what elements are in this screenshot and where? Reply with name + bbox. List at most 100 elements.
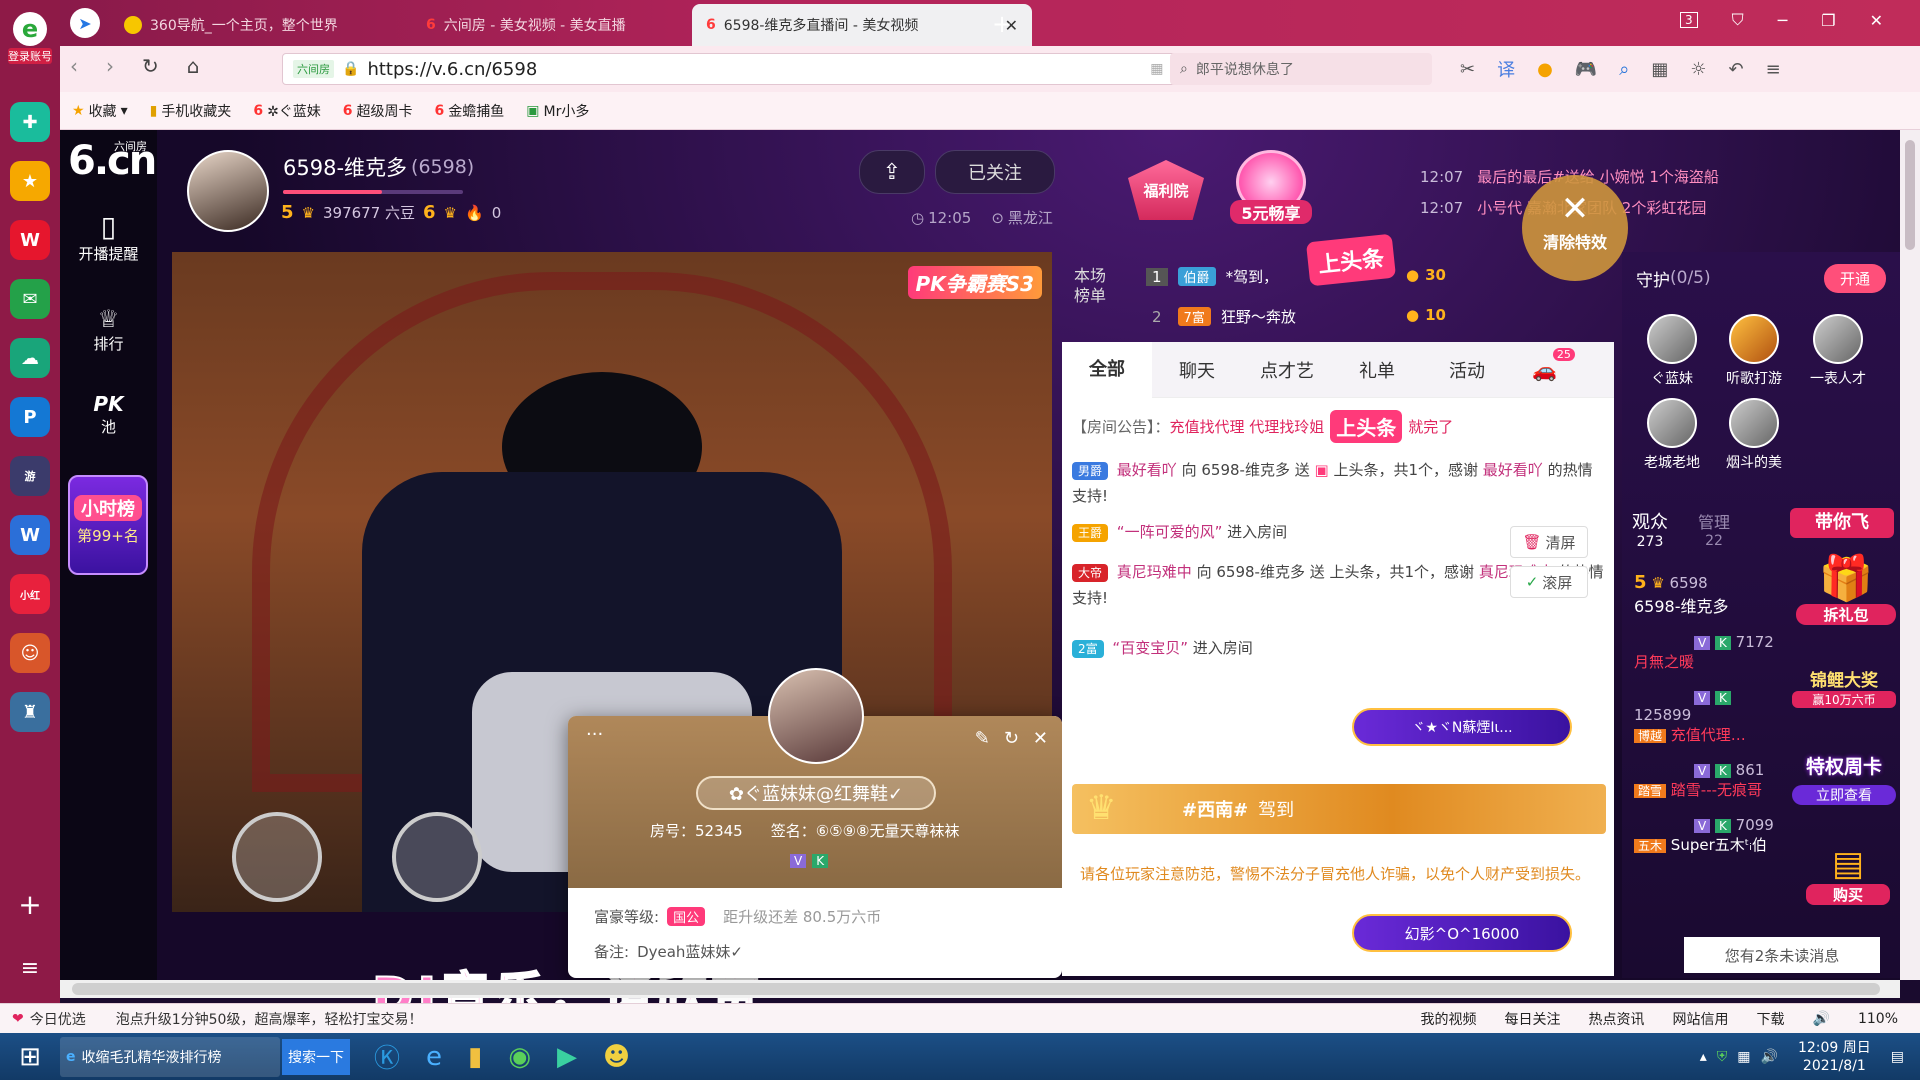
treasure-promo[interactable]: ▤ 购买 [1806, 844, 1890, 905]
forward-icon[interactable]: › [106, 54, 114, 78]
unread-messages[interactable]: 您有2条未读消息 [1684, 937, 1880, 973]
video-player-icon[interactable]: ▶ [557, 1042, 577, 1072]
fly-with-you-button[interactable]: 带你飞 [1790, 508, 1894, 538]
chat-user[interactable]: “百变宝贝” [1112, 639, 1188, 657]
status-daily-follow[interactable]: 每日关注 [1505, 1009, 1561, 1029]
audience-item[interactable]: V K 7099 五木 Super五木ᵗᵢ伯 [1634, 816, 1784, 855]
castle-icon[interactable]: ♜ [10, 692, 50, 732]
guard-member[interactable]: 老城老地 [1632, 398, 1712, 472]
volume-icon[interactable]: 🔊 [1813, 1011, 1830, 1027]
undo-icon[interactable]: ↶ [1728, 59, 1743, 80]
app-grid-icon[interactable]: ✚ [10, 102, 50, 142]
status-hot-news[interactable]: 热点资讯 [1589, 1009, 1645, 1029]
coin-icon[interactable]: ● [1537, 59, 1553, 80]
add-icon[interactable]: + [14, 888, 46, 921]
close-window-icon[interactable]: ✕ [1870, 11, 1883, 30]
audience-item[interactable]: V K 861 踏雪 踏雪---无痕哥 [1634, 761, 1784, 800]
host-avatar[interactable] [187, 150, 269, 232]
ranking-row[interactable]: 2 7富 狂野～奔放 [1146, 306, 1296, 327]
seat-avatar-icon[interactable] [392, 812, 482, 902]
tab-360-nav[interactable]: 360导航_一个主页，整个世界 [110, 4, 450, 46]
tray-arrow-icon[interactable]: ▴ [1700, 1049, 1707, 1065]
video-app-icon[interactable]: 小红 [10, 574, 50, 614]
scissors-icon[interactable]: ✂ [1460, 59, 1475, 80]
shirt-icon[interactable]: ⛉ [1732, 10, 1744, 30]
tab-live-room[interactable]: 6 6598-维克多直播间 - 美女视频 ✕ [692, 4, 1032, 46]
reload-icon[interactable]: ↻ [142, 54, 159, 78]
back-icon[interactable]: ‹ [70, 54, 78, 78]
clear-chat-button[interactable]: 🗑 清屏 [1510, 526, 1588, 558]
horizontal-scrollbar[interactable] [60, 980, 1900, 998]
share-button[interactable]: ⇪ [859, 150, 925, 194]
chat-user[interactable]: 最好看吖 [1117, 461, 1177, 479]
taskbar-search-button[interactable]: 搜索一下 [282, 1038, 350, 1075]
refresh-icon[interactable]: ↻ [1004, 728, 1019, 749]
home-icon[interactable]: ⌂ [187, 54, 200, 78]
five-yuan-badge[interactable]: 5元畅享 [1230, 150, 1312, 232]
pk-event-badge[interactable]: PK争霸赛S3 [907, 266, 1042, 299]
gamepad-icon[interactable]: 🎮 [1575, 59, 1597, 80]
search-box[interactable]: ⌕ 郎平说想休息了 [1170, 53, 1432, 85]
tab-talent[interactable]: 点才艺 [1242, 357, 1332, 383]
weekly-card-promo[interactable]: 特权周卡 立即查看 [1792, 740, 1896, 805]
headline-tag[interactable]: 上头条 [1305, 233, 1397, 287]
ranking-row[interactable]: 1 伯爵 *驾到， [1146, 266, 1278, 287]
more-icon[interactable]: ··· [586, 724, 603, 745]
guard-member[interactable]: 烟斗的美 [1714, 398, 1794, 472]
guard-member[interactable]: ぐ蓝妹 [1632, 314, 1712, 388]
profile-avatar[interactable] [768, 668, 864, 764]
edit-icon[interactable]: ✎ [975, 728, 990, 749]
avatar-app-icon[interactable]: ☻ [603, 1042, 630, 1072]
zoom-level[interactable]: 110% [1858, 1011, 1898, 1027]
restore-icon[interactable]: ❐ [1821, 11, 1835, 30]
bookmark-fishing[interactable]: 6 金蟾捕鱼 [435, 101, 505, 121]
sidenav-item-pk[interactable]: PK 池 [60, 392, 157, 437]
today-picks[interactable]: ❤ 今日优选 [12, 1009, 86, 1029]
tab-viewers[interactable]: 观众 273 [1632, 508, 1668, 550]
weibo-icon[interactable]: W [10, 220, 50, 260]
seat-avatar-icon[interactable] [232, 812, 322, 902]
menu-icon[interactable]: ≡ [14, 952, 46, 984]
ie-icon[interactable]: e [426, 1042, 442, 1072]
k-app-icon[interactable]: Ⓚ [374, 1038, 400, 1075]
magnifier-icon[interactable]: ⌕ [1619, 59, 1629, 80]
scrollbar-thumb[interactable] [1905, 140, 1915, 250]
mail-icon[interactable]: ✉ [10, 279, 50, 319]
guard-member[interactable]: 一表人才 [1798, 314, 1878, 388]
tab-all[interactable]: 全部 [1062, 341, 1152, 398]
bookmark-mr[interactable]: ▣ Mr小多 [526, 101, 589, 121]
guard-member[interactable]: 听歌打游 [1714, 314, 1794, 388]
site-logo[interactable]: 6.cn 六间房 [68, 138, 157, 184]
p-app-icon[interactable]: P [10, 397, 50, 437]
cloud-icon[interactable]: ☁ [10, 338, 50, 378]
tab-gifts[interactable]: 礼单 [1332, 357, 1422, 383]
hscroll-thumb[interactable] [72, 983, 1880, 995]
minimize-icon[interactable]: ─ [1778, 11, 1788, 30]
audience-item[interactable]: V K 7172 月無之暖 [1634, 633, 1784, 672]
windows-start-icon[interactable]: ⊞ [0, 1033, 60, 1080]
vip-pill-2[interactable]: 幻影^O^16000 [1352, 914, 1572, 952]
koi-promo[interactable]: 锦鲤大奖 赢10万六币 [1792, 640, 1896, 708]
status-download[interactable]: 下载 [1757, 1009, 1785, 1029]
tab-count-icon[interactable]: 3 [1680, 12, 1698, 28]
vip-entrance-pill[interactable]: ヾ★ヾN蘇煙Ιι... [1352, 708, 1572, 746]
chat-user[interactable]: 最好看吖 [1483, 461, 1543, 479]
network-icon[interactable]: ▦ [1737, 1049, 1750, 1065]
browser-logo-icon[interactable]: e 登录账号 [8, 12, 52, 64]
close-popup-icon[interactable]: ✕ [1033, 728, 1048, 749]
menu-icon[interactable]: ≡ [1766, 59, 1781, 80]
grid-icon[interactable]: ▦ [1150, 61, 1163, 77]
sidenav-item-rank[interactable]: ♕ 排行 [60, 305, 157, 354]
game-icon[interactable]: 游 [10, 456, 50, 496]
guard-open-button[interactable]: 开通 [1823, 263, 1886, 293]
hour-rank-card[interactable]: 小时榜 第99+名 [68, 475, 148, 575]
tab-admins[interactable]: 管理 22 [1698, 509, 1730, 549]
weekly-check-button[interactable]: 立即查看 [1792, 785, 1896, 805]
document-icon[interactable]: W [10, 515, 50, 555]
ranking-title[interactable]: 本场榜单 [1074, 266, 1112, 306]
bookmark-blue[interactable]: 6 ✲ぐ蓝妹 [253, 101, 320, 121]
address-field[interactable]: 六间房 🔒 https://v.6.cn/6598 ▦ ⚡ ⌄ [282, 53, 1212, 85]
360-browser-icon[interactable]: ◉ [508, 1042, 531, 1072]
brightness-icon[interactable]: ☼ [1690, 59, 1706, 80]
character-icon[interactable]: ☺ [10, 633, 50, 673]
